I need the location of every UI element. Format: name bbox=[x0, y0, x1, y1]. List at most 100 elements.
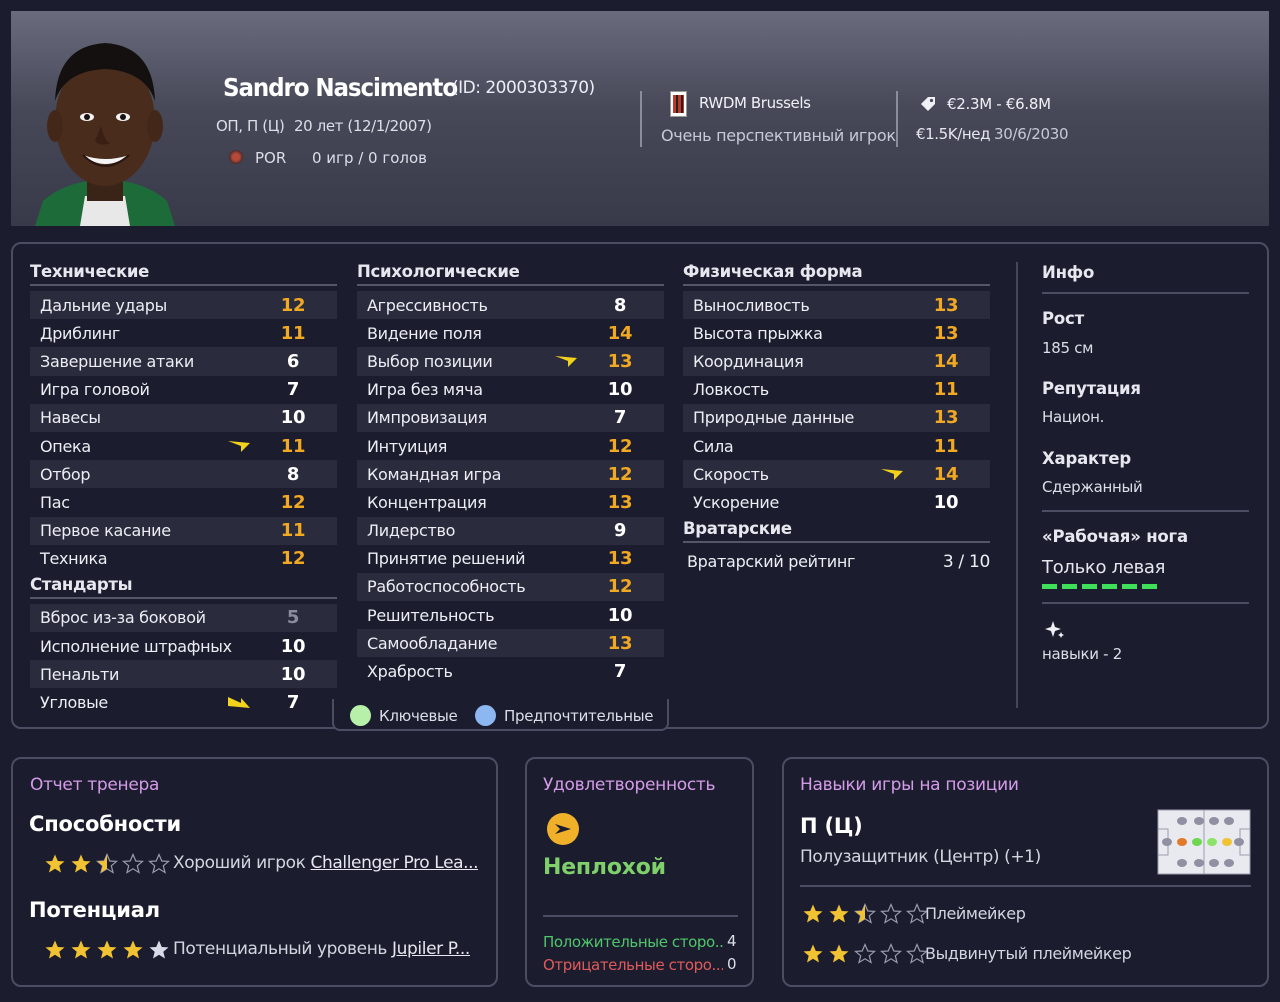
attribute-row[interactable]: Координация 14 bbox=[683, 347, 990, 376]
position-skills-card[interactable]: Навыки игры на позиции П (Ц) Полузащитни… bbox=[782, 757, 1269, 987]
attribute-name: Опека bbox=[40, 436, 91, 456]
attribute-row[interactable]: Игра головой 7 bbox=[30, 376, 337, 404]
attribute-row[interactable]: Агрессивность 8 bbox=[357, 291, 664, 320]
player-nation[interactable]: POR bbox=[255, 149, 286, 167]
position-full: Полузащитник (Центр) (+1) bbox=[800, 847, 1041, 867]
player-name: Sandro Nascimento bbox=[223, 73, 458, 102]
attribute-value: 12 bbox=[280, 548, 306, 570]
attribute-value: 7 bbox=[613, 661, 627, 683]
ability-league-link[interactable]: Challenger Pro Lea... bbox=[311, 853, 478, 873]
attribute-row[interactable]: Ускорение 10 bbox=[683, 488, 990, 516]
attribute-value: 11 bbox=[280, 520, 306, 542]
attribute-row[interactable]: Дальние удары 12 bbox=[30, 291, 337, 320]
attribute-row[interactable]: Самообладание 13 bbox=[357, 629, 664, 658]
attribute-row[interactable]: Игра без мяча 10 bbox=[357, 376, 664, 404]
attribute-value: 13 bbox=[933, 407, 959, 429]
attribute-value: 12 bbox=[607, 463, 633, 485]
mental-heading: Психологические bbox=[357, 262, 664, 286]
ability-text: Хороший игрок bbox=[173, 853, 311, 873]
attribute-name: Техника bbox=[40, 549, 108, 569]
preferred-foot-value: Только левая bbox=[1042, 557, 1166, 578]
attribute-row[interactable]: Выносливость 13 bbox=[683, 291, 990, 320]
attribute-row[interactable]: Высота прыжка 13 bbox=[683, 319, 990, 347]
legend-key-label: Ключевые bbox=[379, 707, 458, 725]
attribute-row[interactable]: Храбрость 7 bbox=[357, 657, 664, 685]
attribute-name: Агрессивность bbox=[367, 295, 488, 315]
info-divider-line bbox=[1042, 292, 1249, 294]
role-name[interactable]: Плеймейкер bbox=[925, 904, 1025, 923]
goalkeeper-rating-row[interactable]: Вратарский рейтинг 3 / 10 bbox=[683, 548, 990, 576]
attribute-row[interactable]: Дриблинг 11 bbox=[30, 319, 337, 347]
attribute-row[interactable]: Лидерство 9 bbox=[357, 516, 664, 545]
attribute-row[interactable]: Навесы 10 bbox=[30, 403, 337, 432]
attribute-row[interactable]: Техника 12 bbox=[30, 545, 337, 573]
negatives-label[interactable]: Отрицательные сторо... bbox=[543, 956, 723, 974]
attribute-row[interactable]: Пенальти 10 bbox=[30, 660, 337, 689]
attribute-row[interactable]: Командная игра 12 bbox=[357, 460, 664, 489]
info-divider-line bbox=[1042, 602, 1249, 604]
reputation-label: Репутация bbox=[1042, 379, 1141, 398]
goalkeeper-rating-label: Вратарский рейтинг bbox=[687, 552, 856, 572]
attribute-row[interactable]: Опека 11 bbox=[30, 432, 337, 460]
attribute-name: Сила bbox=[693, 436, 734, 456]
attribute-name: Дриблинг bbox=[40, 323, 121, 343]
attribute-row[interactable]: Видение поля 14 bbox=[357, 319, 664, 347]
attribute-name: Отбор bbox=[40, 464, 91, 484]
negatives-count: 0 bbox=[727, 955, 737, 973]
attribute-value: 7 bbox=[286, 692, 300, 714]
attribute-row[interactable]: Работоспособность 12 bbox=[357, 572, 664, 602]
info-divider-line bbox=[1042, 510, 1249, 512]
sparkle-icon[interactable] bbox=[1045, 620, 1065, 640]
attribute-row[interactable]: Скорость 14 bbox=[683, 460, 990, 489]
attribute-row[interactable]: Выбор позиции 13 bbox=[357, 347, 664, 376]
attribute-value: 8 bbox=[286, 463, 300, 485]
attribute-row[interactable]: Принятие решений 13 bbox=[357, 545, 664, 573]
info-heading: Инфо bbox=[1042, 263, 1095, 282]
club-name[interactable]: RWDM Brussels bbox=[699, 94, 811, 112]
positives-label[interactable]: Положительные сторо... bbox=[543, 933, 723, 951]
legend-preferred-label: Предпочтительные bbox=[504, 707, 654, 725]
player-header: Sandro Nascimento (ID: 2000303370) ОП, П… bbox=[11, 11, 1269, 226]
prospect-status: Очень перспективный игрок bbox=[661, 126, 896, 145]
attribute-legend: Ключевые Предпочтительные bbox=[332, 699, 669, 731]
attribute-row[interactable]: Первое касание 11 bbox=[30, 516, 337, 545]
attribute-row[interactable]: Сила 11 bbox=[683, 432, 990, 460]
potential-league-link[interactable]: Jupiler P... bbox=[392, 939, 470, 959]
attribute-row[interactable]: Завершение атаки 6 bbox=[30, 347, 337, 376]
attribute-row[interactable]: Концентрация 13 bbox=[357, 488, 664, 516]
attribute-row[interactable]: Ловкость 11 bbox=[683, 376, 990, 404]
attribute-value: 12 bbox=[607, 576, 633, 598]
happiness-status: Неплохой bbox=[543, 855, 666, 880]
position-divider bbox=[800, 885, 1251, 887]
attribute-row[interactable]: Исполнение штрафных 10 bbox=[30, 632, 337, 660]
attribute-row[interactable]: Угловые 7 bbox=[30, 688, 337, 716]
attribute-value: 9 bbox=[613, 520, 627, 542]
attribute-value: 13 bbox=[933, 322, 959, 344]
attribute-value: 12 bbox=[280, 294, 306, 316]
header-divider bbox=[640, 91, 642, 147]
attribute-row[interactable]: Отбор 8 bbox=[30, 460, 337, 489]
attribute-row[interactable]: Решительность 10 bbox=[357, 601, 664, 629]
role-name[interactable]: Выдвинутый плеймейкер bbox=[925, 944, 1131, 963]
attribute-value: 13 bbox=[607, 632, 633, 654]
pitch-positions-icon[interactable] bbox=[1157, 809, 1251, 875]
attribute-row[interactable]: Импровизация 7 bbox=[357, 403, 664, 432]
attribute-row[interactable]: Природные данные 13 bbox=[683, 403, 990, 432]
role-stars bbox=[802, 903, 932, 925]
happiness-divider bbox=[543, 915, 738, 917]
attribute-trend-arrow-icon bbox=[555, 356, 577, 368]
attribute-name: Лидерство bbox=[367, 521, 456, 541]
attribute-row[interactable]: Пас 12 bbox=[30, 488, 337, 516]
attribute-row[interactable]: Вброс из-за боковой 5 bbox=[30, 603, 337, 633]
portugal-flag-icon bbox=[229, 150, 243, 164]
player-appearances: 0 игр / 0 голов bbox=[312, 149, 428, 167]
attribute-row[interactable]: Интуиция 12 bbox=[357, 432, 664, 460]
ability-label: Способности bbox=[29, 812, 181, 836]
key-attributes-dot-icon bbox=[350, 705, 371, 726]
skills-count[interactable]: навыки - 2 bbox=[1042, 645, 1122, 663]
player-age: 20 лет (12/1/2007) bbox=[294, 117, 432, 135]
happiness-card[interactable]: Удовлетворенность Неплохой Положительные… bbox=[525, 757, 754, 987]
attribute-value: 14 bbox=[607, 322, 633, 344]
coach-report-card[interactable]: Отчет тренера Способности Хороший игрок … bbox=[11, 757, 498, 987]
attribute-name: Выбор позиции bbox=[367, 351, 493, 371]
